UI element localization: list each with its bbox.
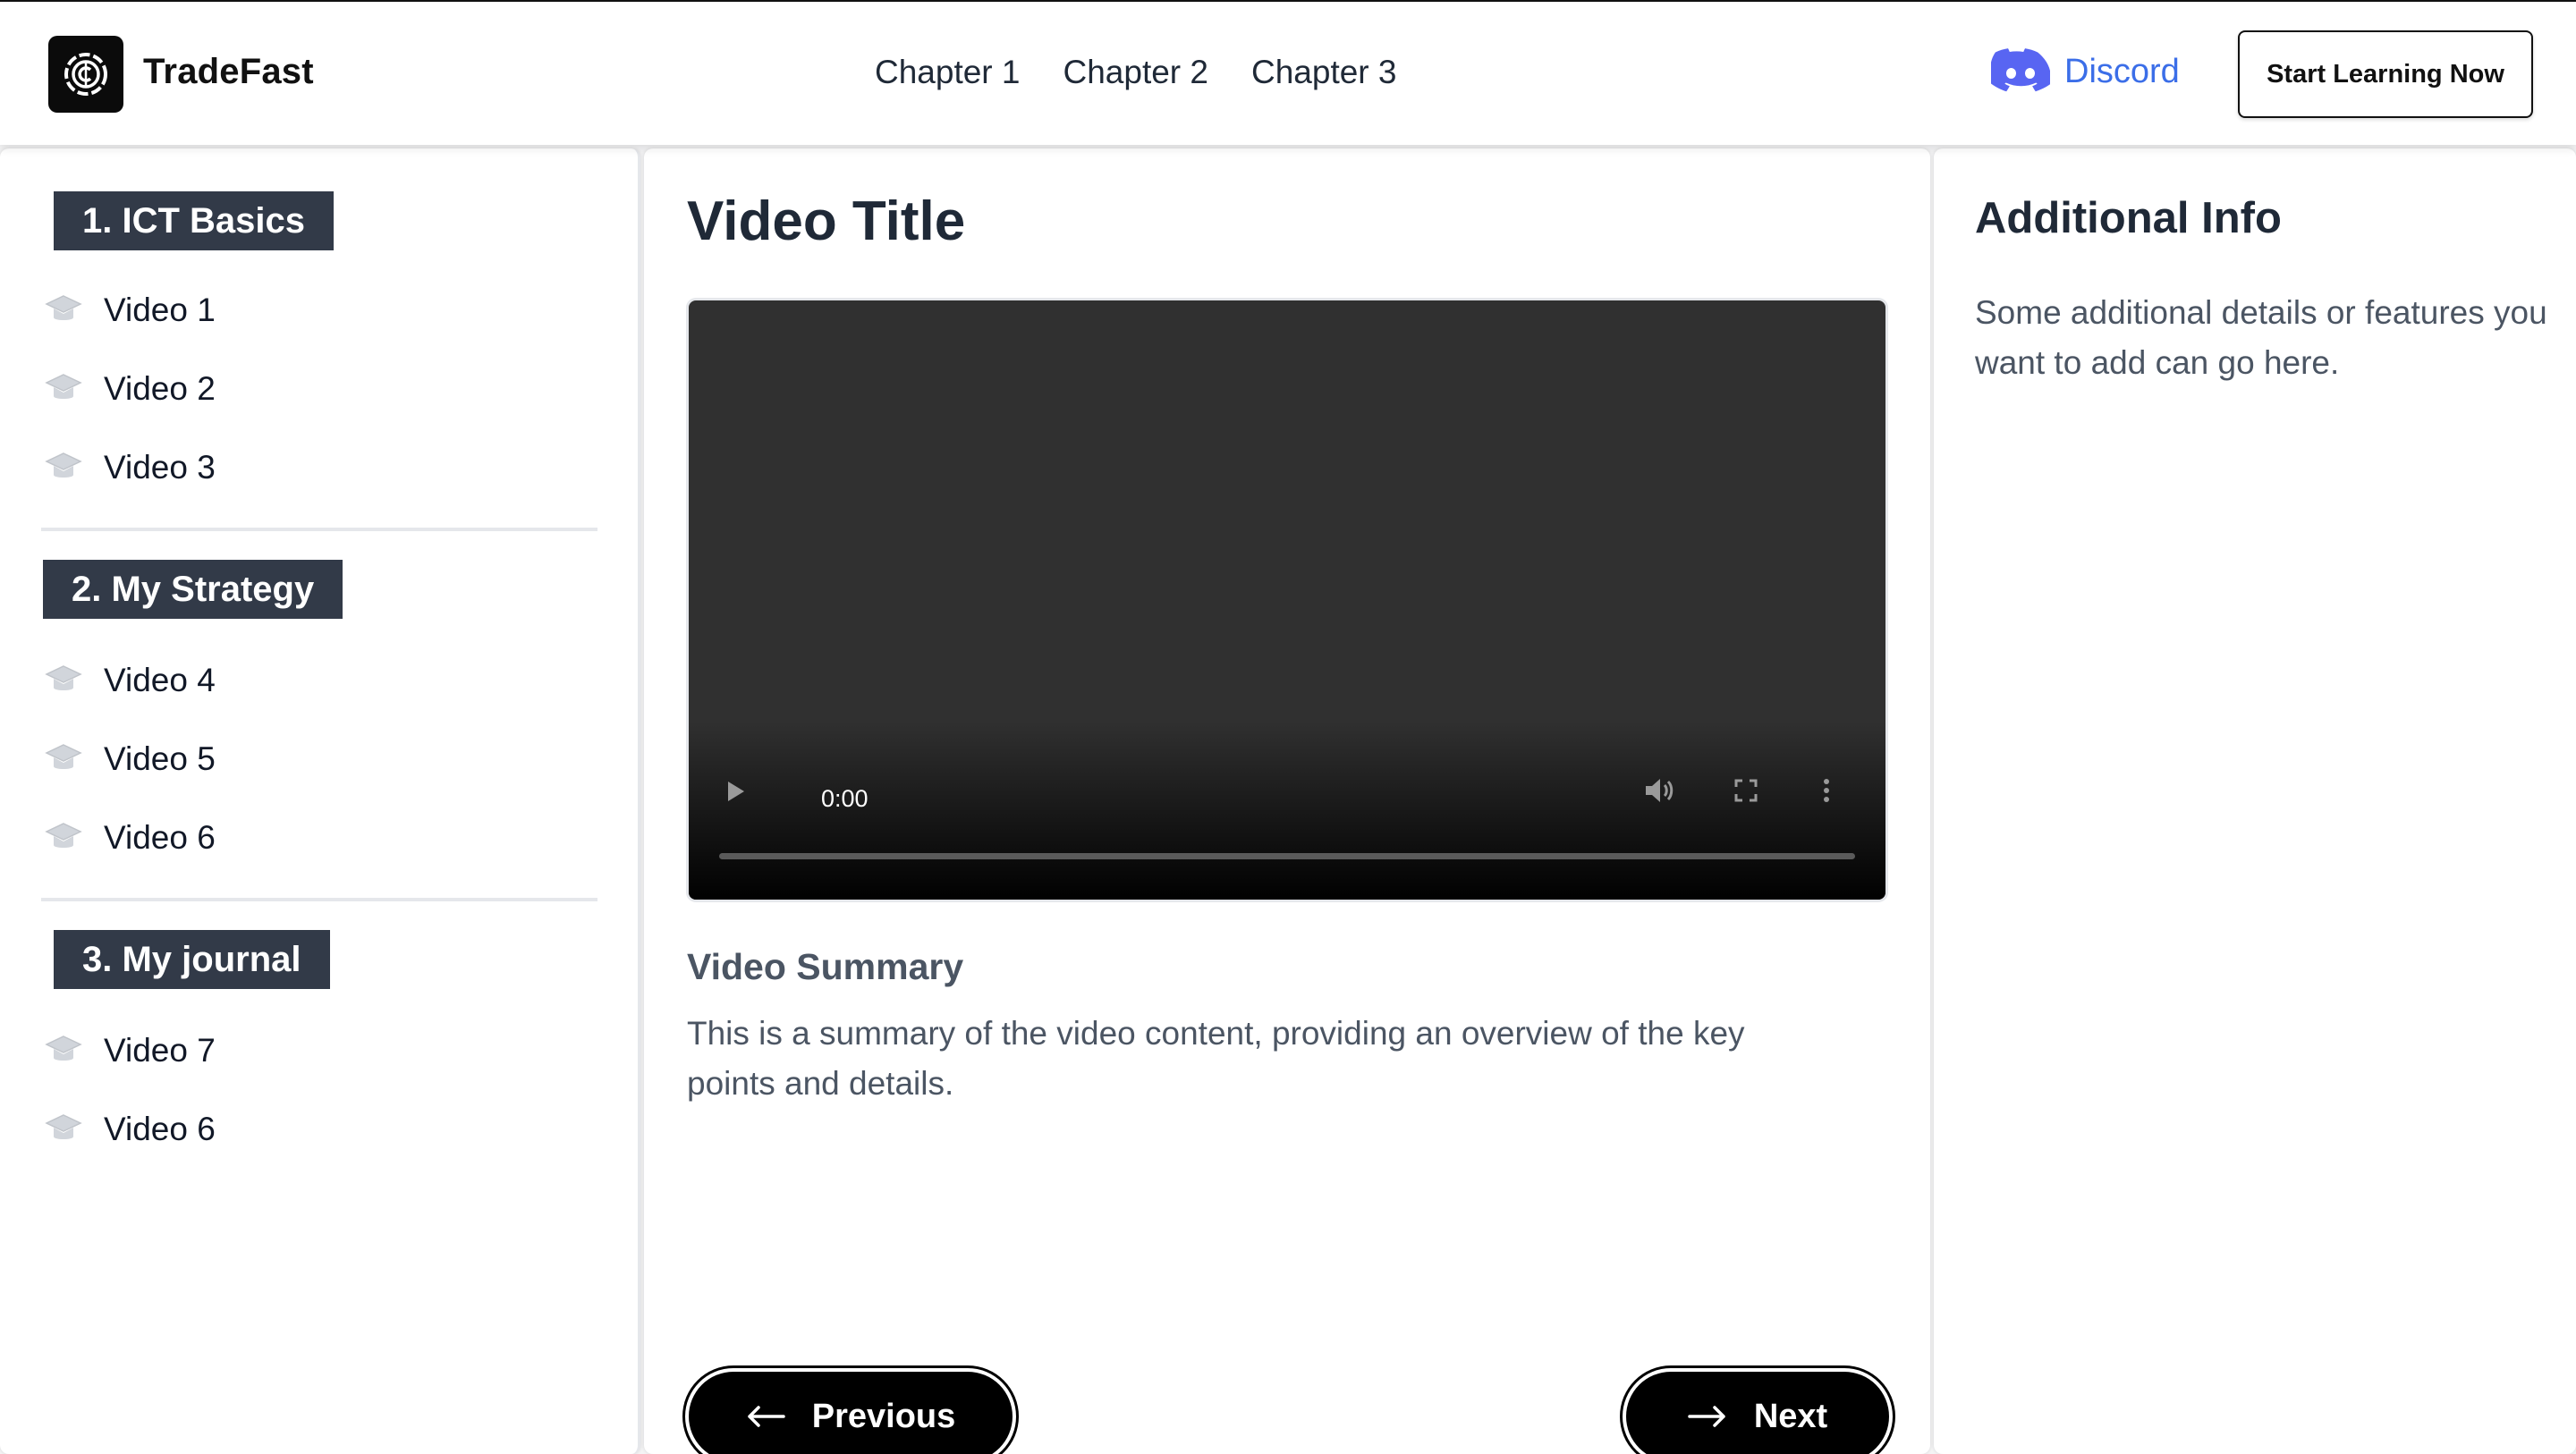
graduation-cap-icon <box>45 823 82 848</box>
video-label: Video 1 <box>104 292 216 328</box>
next-button[interactable]: Next <box>1626 1372 1889 1454</box>
fullscreen-icon[interactable] <box>1732 776 1760 805</box>
sidebar-item-video-6[interactable]: Video 6 <box>45 819 216 857</box>
nav-chapter-1[interactable]: Chapter 1 <box>875 54 1021 91</box>
additional-info-heading: Additional Info <box>1975 194 2282 242</box>
sidebar-item-video-4[interactable]: Video 4 <box>45 662 216 699</box>
sidebar-item-video-2[interactable]: Video 2 <box>45 370 216 408</box>
discord-label: Discord <box>2064 52 2180 90</box>
nav-chapter-2[interactable]: Chapter 2 <box>1063 54 1209 91</box>
video-label: Video 2 <box>104 370 216 407</box>
video-label: Video 4 <box>104 662 216 698</box>
graduation-cap-icon <box>45 665 82 690</box>
current-time: 0:00 <box>821 785 869 812</box>
section-divider <box>41 528 597 531</box>
brand-name[interactable]: TradeFast <box>143 52 314 92</box>
start-learning-button[interactable]: Start Learning Now <box>2238 30 2533 118</box>
section-title-ict-basics[interactable]: 1. ICT Basics <box>54 191 335 250</box>
controls-gradient <box>689 721 1885 900</box>
graduation-cap-icon <box>45 374 82 399</box>
video-label: Video 3 <box>104 449 216 486</box>
sidebar-item-video-3[interactable]: Video 3 <box>45 449 216 486</box>
additional-info-panel: Additional Info Some additional details … <box>1934 148 2576 1454</box>
arrow-right-icon <box>1688 1406 1725 1427</box>
logo[interactable] <box>48 36 123 113</box>
sidebar-item-video-7[interactable]: Video 7 <box>45 1032 216 1069</box>
sidebar-item-video-6b[interactable]: Video 6 <box>45 1111 216 1148</box>
top-navbar: TradeFast Chapter 1 Chapter 2 Chapter 3 … <box>0 0 2576 145</box>
video-title: Video Title <box>687 190 966 252</box>
video-label: Video 7 <box>104 1032 216 1069</box>
section-title-my-strategy[interactable]: 2. My Strategy <box>43 560 343 619</box>
section-title-my-journal[interactable]: 3. My journal <box>54 930 330 989</box>
video-progress-bar[interactable] <box>719 853 1855 859</box>
next-label: Next <box>1753 1397 1828 1435</box>
discord-icon <box>1991 48 2050 92</box>
video-label: Video 6 <box>104 1111 216 1147</box>
video-label: Video 6 <box>104 819 216 856</box>
discord-link[interactable]: Discord <box>1991 48 2180 95</box>
video-content: Video Title 0:00 Video Summary This is a… <box>644 148 1930 1454</box>
video-player[interactable]: 0:00 <box>689 300 1885 900</box>
graduation-cap-icon <box>45 452 82 478</box>
chapter-nav: Chapter 1 Chapter 2 Chapter 3 <box>875 54 1397 91</box>
more-vertical-icon[interactable] <box>1819 774 1834 807</box>
graduation-cap-icon <box>45 1114 82 1139</box>
additional-info-text: Some additional details or features you … <box>1975 294 2547 381</box>
graduation-cap-icon <box>45 744 82 769</box>
graduation-cap-icon <box>45 1036 82 1061</box>
arrow-left-icon <box>747 1406 785 1427</box>
previous-label: Previous <box>811 1397 956 1435</box>
summary-heading: Video Summary <box>687 946 964 987</box>
section-divider <box>41 898 597 901</box>
video-label: Video 5 <box>104 740 216 777</box>
copyright-circle-icon <box>64 53 107 96</box>
graduation-cap-icon <box>45 295 82 320</box>
summary-text: This is a summary of the video content, … <box>687 1015 1745 1102</box>
nav-chapter-3[interactable]: Chapter 3 <box>1251 54 1397 91</box>
volume-icon[interactable] <box>1640 773 1680 808</box>
play-icon[interactable] <box>723 776 748 807</box>
sidebar-item-video-1[interactable]: Video 1 <box>45 292 216 329</box>
chapter-sidebar: 1. ICT Basics Video 1 Video 2 Video 3 2.… <box>0 148 640 1454</box>
previous-button[interactable]: Previous <box>689 1372 1013 1454</box>
sidebar-item-video-5[interactable]: Video 5 <box>45 740 216 778</box>
